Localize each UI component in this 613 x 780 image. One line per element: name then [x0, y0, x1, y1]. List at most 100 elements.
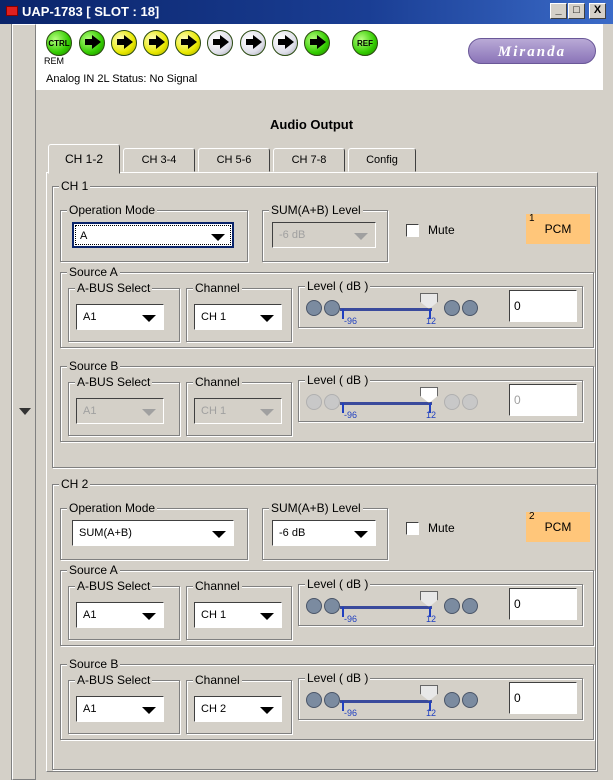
channel-group-ch2-label: CH 2 — [59, 477, 91, 491]
abus-select-value: A1 — [83, 405, 97, 417]
triangle-down-icon — [19, 408, 31, 415]
level-slider-track[interactable] — [340, 700, 432, 703]
abus-select-value: A1 — [83, 609, 97, 621]
rewind-button — [324, 394, 340, 410]
tab-ch-7-8[interactable]: CH 7-8 — [273, 148, 345, 172]
channel-select[interactable]: CH 1 — [194, 304, 282, 330]
abus-select-value: A1 — [83, 703, 97, 715]
arrow-head — [92, 35, 101, 49]
level-slider-track — [340, 402, 432, 405]
tab-ch-5-6[interactable]: CH 5-6 — [198, 148, 270, 172]
channel-select-value: CH 1 — [201, 405, 227, 417]
scale-min-label: -96 — [344, 708, 358, 718]
scale-min-label: -96 — [344, 410, 358, 420]
rewind-button[interactable] — [324, 692, 340, 708]
channel-select: CH 1 — [194, 398, 282, 424]
collapse-panel-button[interactable] — [12, 24, 36, 780]
led-indicator — [111, 30, 137, 56]
scale-max-label: 12 — [426, 316, 437, 326]
level-value-input[interactable]: 0 — [509, 588, 577, 620]
scale-max-label: 12 — [426, 410, 437, 420]
maximize-button[interactable]: □ — [568, 3, 585, 19]
window-title: UAP-1783 [ SLOT : 18] — [22, 4, 160, 19]
abus-select-value: A1 — [83, 311, 97, 323]
led-indicator — [79, 30, 105, 56]
channel-group-ch1-label: CH 1 — [59, 179, 91, 193]
dropdown-arrow-icon — [211, 234, 225, 241]
channel-select[interactable]: CH 2 — [194, 696, 282, 722]
forward-fast-button[interactable] — [462, 300, 478, 316]
tab-config[interactable]: Config — [348, 148, 416, 172]
source-group-label: Source A — [67, 265, 120, 279]
abus-select-group-label: A-BUS Select — [75, 281, 153, 295]
rewind-button[interactable] — [324, 598, 340, 614]
pcm-label: PCM — [544, 222, 572, 236]
operation-mode-select-value: SUM(A+B) — [79, 527, 132, 539]
tab-ch-1-2[interactable]: CH 1-2 — [48, 144, 120, 174]
rewind-fast-button — [306, 394, 322, 410]
window-left-border — [0, 24, 12, 780]
mute-label: Mute — [428, 521, 455, 535]
level-slider-track[interactable] — [340, 308, 432, 311]
forward-button[interactable] — [444, 300, 460, 316]
app-icon[interactable] — [6, 6, 18, 16]
forward-fast-button[interactable] — [462, 692, 478, 708]
arrow-head — [253, 35, 262, 49]
rewind-fast-button[interactable] — [306, 598, 322, 614]
abus-select[interactable]: A1 — [76, 696, 164, 722]
led-label: CTRL — [48, 39, 70, 48]
channel-select-value: CH 2 — [201, 703, 227, 715]
operation-mode-select[interactable]: A — [72, 222, 234, 248]
forward-button[interactable] — [444, 692, 460, 708]
dropdown-arrow-icon — [142, 613, 156, 620]
rewind-fast-button[interactable] — [306, 692, 322, 708]
rewind-button[interactable] — [324, 300, 340, 316]
forward-button[interactable] — [444, 598, 460, 614]
sum-level-select-value: -6 dB — [279, 527, 306, 539]
led-indicator — [272, 30, 298, 56]
operation-mode-select-value: A — [80, 230, 88, 242]
level-value-input[interactable]: 0 — [509, 682, 577, 714]
mute-checkbox[interactable] — [406, 522, 419, 535]
arrow-head — [285, 35, 294, 49]
abus-select[interactable]: A1 — [76, 602, 164, 628]
scale-min-label: -96 — [344, 614, 358, 624]
dropdown-arrow-icon — [260, 409, 274, 416]
minimize-button[interactable]: _ — [550, 3, 567, 19]
source-group-label: Source B — [67, 359, 121, 373]
led-indicator — [207, 30, 233, 56]
forward-fast-button[interactable] — [462, 598, 478, 614]
level-slider-track[interactable] — [340, 606, 432, 609]
pcm-label: PCM — [544, 520, 572, 534]
operation-mode-group-label: Operation Mode — [67, 203, 158, 217]
sum-level-select[interactable]: -6 dB — [272, 520, 376, 546]
dropdown-arrow-icon — [142, 409, 156, 416]
abus-select[interactable]: A1 — [76, 304, 164, 330]
miranda-logo: Miranda — [468, 38, 596, 64]
operation-mode-select[interactable]: SUM(A+B) — [72, 520, 234, 546]
level-value-input[interactable]: 0 — [509, 290, 577, 322]
mute-checkbox[interactable] — [406, 224, 419, 237]
rewind-fast-button[interactable] — [306, 300, 322, 316]
level-value-input: 0 — [509, 384, 577, 416]
led-ref: REF — [352, 30, 378, 56]
channel-group-label: Channel — [193, 673, 242, 687]
tab-ch-3-4[interactable]: CH 3-4 — [123, 148, 195, 172]
led-indicator — [240, 30, 266, 56]
dropdown-arrow-icon — [212, 531, 226, 538]
sum-level-group-label: SUM(A+B) Level — [269, 501, 363, 515]
abus-select: A1 — [76, 398, 164, 424]
led-label: REF — [357, 39, 373, 48]
pcm-badge: 1 PCM — [526, 213, 590, 244]
close-button[interactable]: X — [589, 3, 606, 19]
abus-select-group-label: A-BUS Select — [75, 375, 153, 389]
dropdown-arrow-icon — [354, 531, 368, 538]
abus-select-group-label: A-BUS Select — [75, 673, 153, 687]
scale-min-label: -96 — [344, 316, 358, 326]
window-right-border — [603, 24, 613, 780]
channel-select[interactable]: CH 1 — [194, 602, 282, 628]
led-indicator — [175, 30, 201, 56]
led-indicator — [143, 30, 169, 56]
sum-level-select: -6 dB — [272, 222, 376, 248]
scale-max-label: 12 — [426, 708, 437, 718]
